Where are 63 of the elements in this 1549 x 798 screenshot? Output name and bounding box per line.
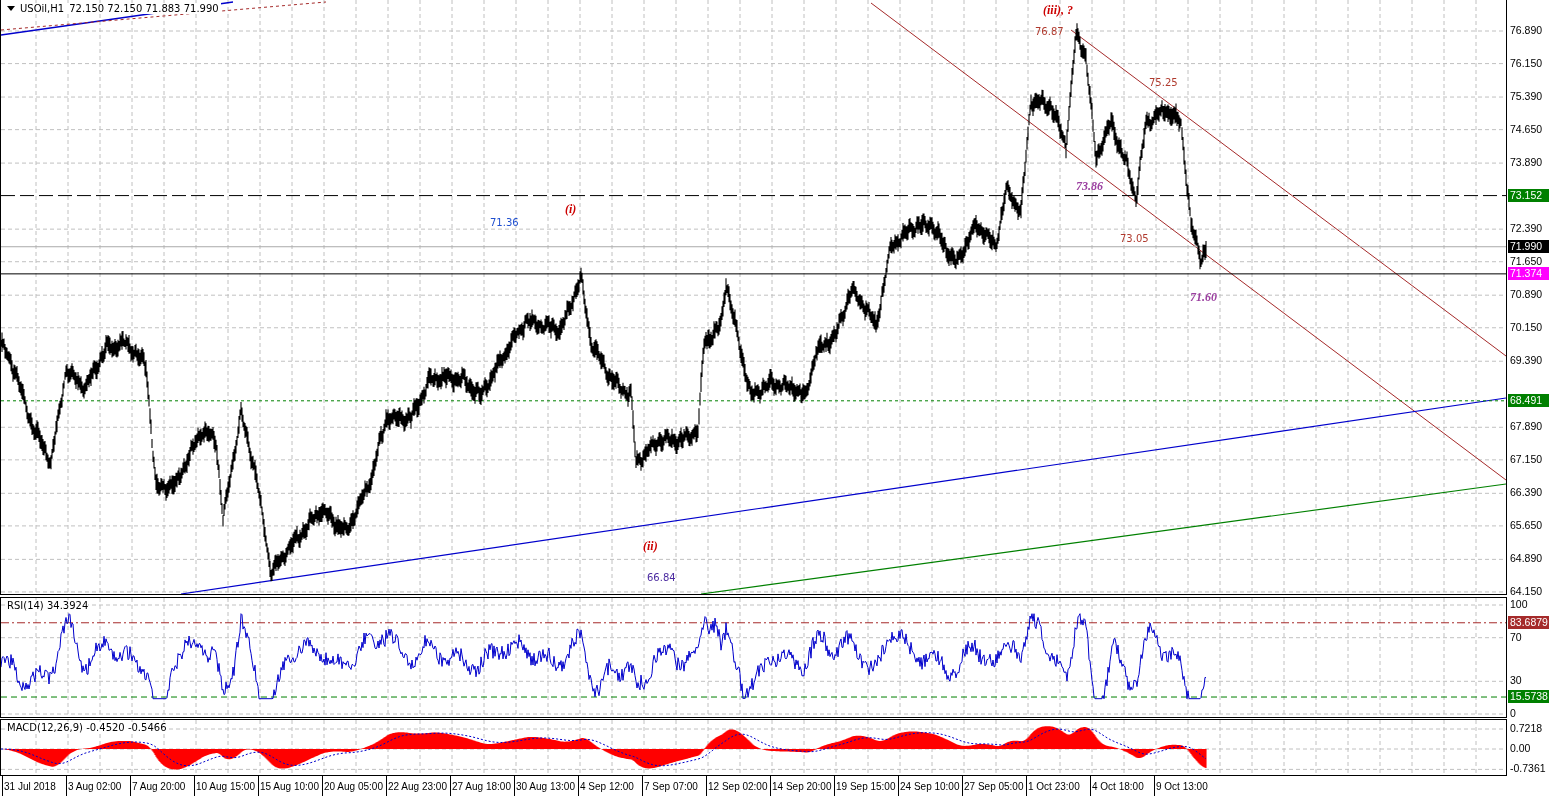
price-tick-label: 72.390 [1510, 222, 1543, 236]
time-tick-label: 10 Aug 15:00 [194, 776, 258, 796]
price-tick-label: 70.890 [1510, 288, 1543, 302]
time-tick-label: 4 Oct 18:00 [1090, 776, 1154, 796]
price-tick-label: 74.650 [1510, 122, 1543, 136]
price-tag: 71.374 [1508, 266, 1549, 280]
price-tick-label: 71.650 [1510, 254, 1543, 268]
macd-tick-label: 0.7218 [1510, 722, 1543, 735]
chart-annotation: 73.86 [1076, 180, 1103, 193]
price-tick-label: 65.650 [1510, 518, 1543, 532]
chart-annotation: 73.05 [1120, 232, 1149, 245]
macd-label: MACD(12,26,9) -0.4520 -0.5466 [7, 722, 167, 733]
price-tick-label: 67.890 [1510, 420, 1543, 434]
chart-annotation: (i) [565, 203, 577, 216]
chart-annotation: 75.25 [1149, 76, 1178, 89]
rsi-tag: 15.5738 [1508, 690, 1549, 703]
rsi-tick-label: 70 [1510, 630, 1522, 644]
dropdown-triangle-icon[interactable] [7, 6, 15, 11]
time-tick-label: 1 Oct 23:00 [1026, 776, 1090, 796]
chart-annotation: 76.87 [1035, 25, 1064, 38]
time-tick-label: 19 Sep 15:00 [834, 776, 898, 796]
time-tick-label: 22 Aug 23:00 [386, 776, 450, 796]
price-tick-label: 73.890 [1510, 156, 1543, 170]
time-tick-label: 7 Aug 20:00 [130, 776, 194, 796]
price-tag: 73.152 [1508, 188, 1549, 202]
time-tick-label: 12 Sep 02:00 [706, 776, 770, 796]
time-tick-label: 3 Aug 02:00 [66, 776, 130, 796]
quote-values: 72.150 72.150 71.883 71.990 [69, 3, 219, 14]
time-tick-label: 7 Sep 07:00 [642, 776, 706, 796]
rsi-tag: 83.6879 [1508, 615, 1549, 629]
chart-annotation: 66.84 [647, 571, 676, 584]
rsi-tick-label: 0 [1510, 707, 1516, 720]
price-tick-label: 75.390 [1510, 90, 1543, 104]
price-tick-label: 76.150 [1510, 56, 1543, 70]
price-tick-label: 66.390 [1510, 486, 1543, 500]
time-tick-label: 14 Sep 20:00 [770, 776, 834, 796]
price-tag: 71.990 [1508, 239, 1549, 253]
symbol-label: USOil,H1 [20, 3, 65, 14]
macd-tick-label: -0.7361 [1510, 762, 1546, 776]
chart-annotation: 71.36 [490, 216, 519, 229]
price-tag: 68.491 [1508, 393, 1549, 407]
chart-annotation: (ii) [643, 540, 658, 553]
macd-tick-label: 0.00 [1510, 742, 1531, 755]
chart-annotation: (iii), ? [1043, 4, 1073, 17]
time-tick-label: 9 Oct 13:00 [1154, 776, 1218, 796]
time-tick-label: 20 Aug 05:00 [322, 776, 386, 796]
time-tick-label: 30 Aug 13:00 [514, 776, 578, 796]
price-tick-label: 70.150 [1510, 320, 1543, 334]
time-tick-label: 27 Aug 18:00 [450, 776, 514, 796]
time-tick-label: 15 Aug 10:00 [258, 776, 322, 796]
time-tick-label: 27 Sep 05:00 [962, 776, 1026, 796]
time-tick-label: 4 Sep 12:00 [578, 776, 642, 796]
rsi-tick-label: 100 [1510, 598, 1528, 611]
rsi-tick-label: 30 [1510, 674, 1522, 688]
price-tick-label: 64.150 [1510, 584, 1543, 598]
rsi-label: RSI(14) 34.3924 [7, 600, 89, 611]
price-tick-label: 76.890 [1510, 24, 1543, 37]
price-tick-label: 64.890 [1510, 552, 1543, 566]
price-tick-label: 69.390 [1510, 354, 1543, 368]
time-tick-label: 24 Sep 10:00 [898, 776, 962, 796]
price-tick-label: 67.150 [1510, 452, 1543, 466]
time-tick-label: 31 Jul 2018 [2, 776, 66, 796]
chart-annotation: 71.60 [1190, 291, 1217, 304]
